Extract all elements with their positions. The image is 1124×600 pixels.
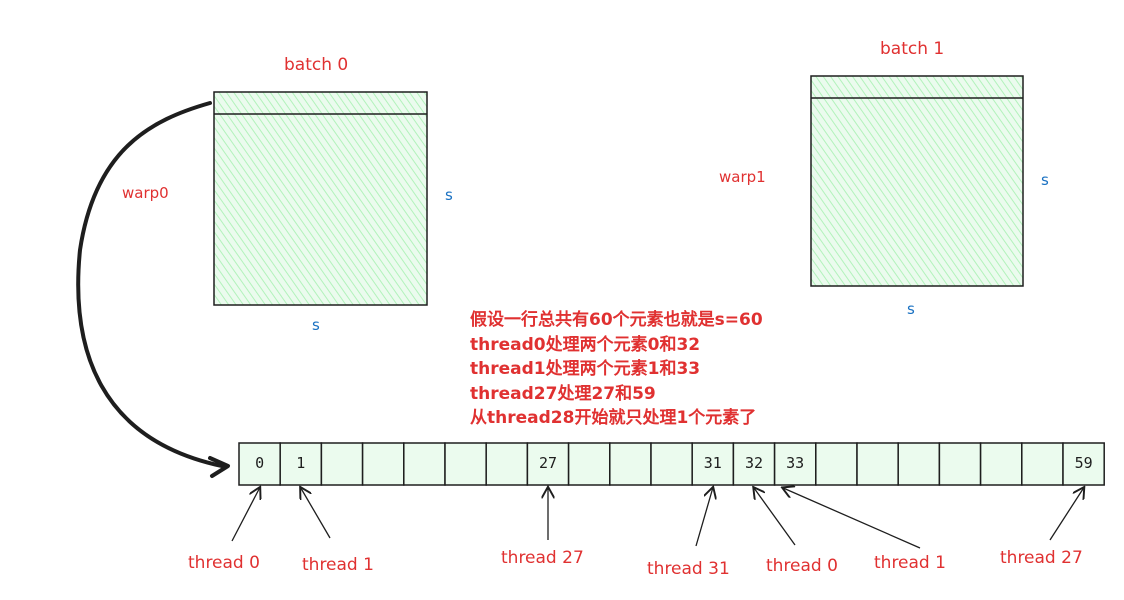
thread-label: thread 1 [874, 553, 946, 573]
batch-0-s-right: s [445, 186, 453, 204]
thread-label: thread 27 [1000, 548, 1083, 568]
note-line: thread1处理两个元素1和33 [470, 359, 701, 379]
array-cell [979, 442, 1023, 486]
batch-0-s-bottom: s [312, 316, 320, 334]
array-cell [609, 442, 652, 486]
array-cell [320, 442, 364, 486]
thread-array [238, 442, 1105, 486]
array-cell [1021, 442, 1064, 486]
array-cell [567, 442, 611, 486]
array-cell [485, 442, 529, 486]
thread-arrow [301, 488, 331, 539]
batch-1-matrix [810, 75, 1024, 287]
thread-label: thread 0 [188, 553, 260, 573]
note-line: thread27处理27和59 [470, 383, 656, 404]
batch-1-label: batch 1 [880, 39, 945, 59]
thread-arrow [1049, 488, 1084, 541]
array-cell-value: 0 [255, 454, 265, 472]
thread-arrow [231, 488, 260, 542]
warp0-label: warp0 [122, 184, 169, 202]
thread-arrow [754, 488, 796, 546]
batch-1-s-right: s [1041, 171, 1049, 189]
note-line: thread0处理两个元素0和32 [470, 334, 701, 355]
diagram-canvas [76, 75, 1105, 549]
thread-arrow [695, 488, 713, 547]
thread-label: thread 27 [501, 548, 584, 568]
note-line: 假设一行总共有60个元素也就是s=60 [470, 310, 763, 330]
thread-label: thread 1 [302, 555, 374, 575]
array-cell [444, 442, 487, 486]
thread-arrows [231, 488, 1084, 549]
array-cell [938, 442, 982, 486]
array-cell [897, 442, 941, 486]
thread-arrow [783, 488, 921, 549]
batch-1-s-bottom: s [907, 300, 915, 318]
array-cell-value: 59 [1074, 454, 1093, 472]
array-cell-value: 27 [538, 454, 558, 472]
thread-label: thread 31 [647, 559, 730, 579]
array-cell [403, 442, 446, 486]
array-cell-value: 31 [703, 454, 722, 472]
array-cell [856, 442, 899, 486]
note-line: 从thread28开始就只处理1个元素了 [470, 408, 757, 428]
batch-0-matrix [213, 91, 428, 306]
array-cell [650, 442, 693, 486]
array-cell-value: 33 [786, 454, 805, 472]
array-cell [361, 442, 405, 486]
explanation-note: 假设一行总共有60个元素也就是s=60 thread0处理两个元素0和32 th… [470, 308, 763, 431]
batch-0-label: batch 0 [284, 55, 349, 75]
array-cell-value: 1 [296, 454, 306, 472]
array-cell-value: 32 [744, 454, 764, 472]
warp1-label: warp1 [719, 168, 766, 186]
thread-label: thread 0 [766, 556, 838, 576]
warp0-curve-arrow [76, 101, 224, 468]
array-cell [815, 442, 858, 486]
